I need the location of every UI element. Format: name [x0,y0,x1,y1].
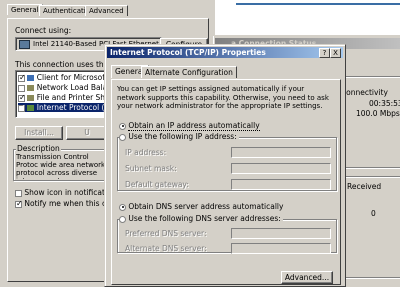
list-item[interactable]: File and Printer Share [18,93,117,102]
alternate-dns-field[interactable] [231,243,331,254]
tab-alternate-configuration[interactable]: Alternate Configuration [141,66,237,78]
use-following-dns-label: Use the following DNS server addresses: [128,214,281,223]
connect-using-label: Connect using: [15,26,72,35]
default-gateway-field[interactable] [231,179,331,190]
component-checkbox[interactable] [18,84,25,92]
service-icon [27,85,35,91]
component-checkbox[interactable] [18,93,26,102]
obtain-ip-auto-option[interactable]: Obtain an IP address automatically [119,121,260,131]
intro-text: You can get IP settings assigned automat… [117,85,329,110]
close-button[interactable]: X [330,48,341,58]
client-icon [27,75,35,81]
tab-advanced[interactable]: Advanced [85,5,128,16]
subnet-mask-field[interactable] [231,163,331,174]
component-checkbox[interactable] [18,103,26,112]
tcpip-properties-dialog: Internet Protocol (TCP/IP) Properties ? … [104,44,346,287]
tcpip-titlebar: Internet Protocol (TCP/IP) Properties [107,47,343,58]
obtain-ip-auto-label: Obtain an IP address automatically [128,121,260,131]
desktop-area [215,0,400,35]
preferred-dns-field[interactable] [231,228,331,239]
notify-checkbox[interactable] [15,199,23,208]
obtain-dns-auto-option[interactable]: Obtain DNS server address automatically [119,202,283,211]
obtain-dns-auto-radio[interactable] [119,203,126,211]
connectivity-label: connectivity [342,88,388,97]
default-gateway-label: Default gateway: [125,180,189,189]
components-list: Client for Microsoft Ne Network Load Bal… [15,70,120,118]
preferred-dns-label: Preferred DNS server: [125,229,207,238]
tcpip-title: Internet Protocol (TCP/IP) Properties [110,48,266,57]
use-following-ip-radio[interactable] [119,133,126,141]
protocol-icon [27,105,35,111]
subnet-mask-label: Subnet mask: [125,164,177,173]
use-following-dns-radio[interactable] [119,215,126,223]
component-checkbox[interactable] [18,73,26,82]
help-button[interactable]: ? [319,48,330,58]
speed-value: 100.0 Mbps [356,109,400,118]
ip-address-field[interactable] [231,147,331,158]
alternate-dns-label: Alternate DNS server: [125,244,207,253]
duration-value: 00:35:53 [369,99,400,108]
network-adapter-icon [19,40,30,49]
ip-address-label: IP address: [125,148,167,157]
received-label: Received [347,182,382,191]
advanced-button[interactable]: Advanced... [281,271,333,284]
uninstall-button[interactable]: U [66,126,108,140]
description-text: Transmission Control Protoc wide area ne… [16,153,106,179]
list-item[interactable]: Internet Protocol (TCP [18,103,118,112]
status-activity-group [339,176,400,278]
service-icon [27,95,35,101]
obtain-dns-auto-label: Obtain DNS server address automatically [128,202,284,211]
tab-general-bg[interactable]: General [7,4,43,15]
list-item[interactable]: Network Load Balanc [18,83,116,92]
description-label: Description [16,144,61,153]
desktop-accent-line [236,3,400,5]
use-following-ip-option[interactable]: Use the following IP address: [119,132,239,141]
use-following-dns-option[interactable]: Use the following DNS server addresses: [119,214,283,223]
obtain-ip-auto-radio[interactable] [119,122,126,130]
received-value: 0 [371,209,376,218]
use-following-ip-label: Use the following IP address: [128,132,237,141]
install-button[interactable]: Install... [15,126,63,140]
show-icon-checkbox[interactable] [15,189,22,197]
